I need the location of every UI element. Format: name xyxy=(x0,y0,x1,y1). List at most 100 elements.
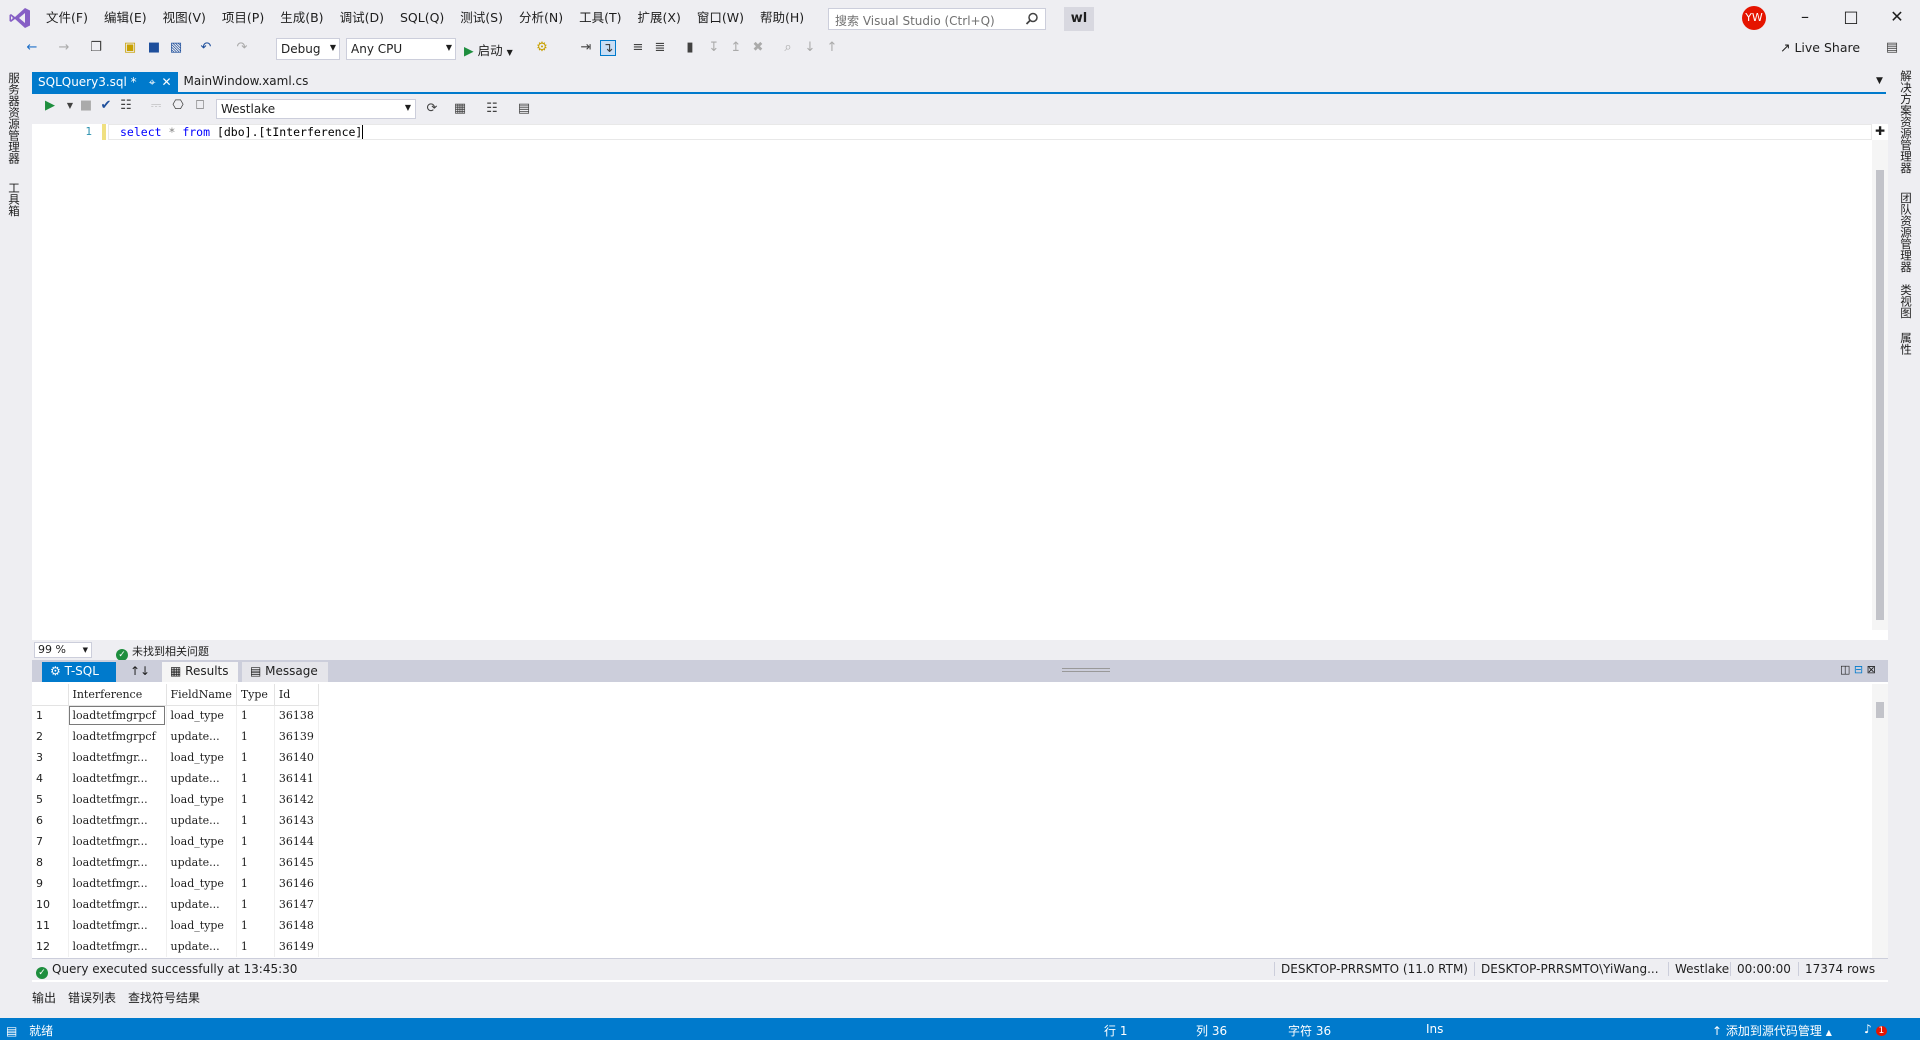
maximize-button[interactable]: □ xyxy=(1828,0,1874,34)
grid-vertical-scrollbar[interactable] xyxy=(1872,684,1888,958)
menu-tools[interactable]: 工具(T) xyxy=(571,0,629,36)
quick-launch-search[interactable]: 搜索 Visual Studio (Ctrl+Q) xyxy=(828,8,1046,30)
split-icon[interactable]: ✚ xyxy=(1872,124,1888,138)
menu-analyze[interactable]: 分析(N) xyxy=(511,0,571,36)
table-row[interactable]: 8 loadtetfmgr... update... 1 36145 xyxy=(32,852,319,873)
redo-icon[interactable]: ↷ xyxy=(234,40,250,56)
table-row[interactable]: 12 loadtetfmgr... update... 1 36149 xyxy=(32,936,319,957)
solution-badge[interactable]: wl xyxy=(1064,7,1094,31)
vertical-split-icon[interactable]: ◫ xyxy=(1840,663,1850,676)
add-to-source-control[interactable]: ↑ 添加到源代码管理 ▲ xyxy=(1712,1022,1832,1039)
tab-find-symbol-results[interactable]: 查找符号结果 xyxy=(128,987,200,1008)
col-header-id[interactable]: Id xyxy=(274,684,319,706)
validate-icon[interactable]: ✔ xyxy=(98,98,114,114)
menu-window[interactable]: 窗口(W) xyxy=(689,0,752,36)
cell-type[interactable]: 1 xyxy=(236,810,275,831)
solution-config-select[interactable]: Debug ▼ xyxy=(276,38,340,60)
cell-type[interactable]: 1 xyxy=(236,873,275,894)
step-over-icon[interactable]: ↴ xyxy=(600,40,616,56)
chevron-down-icon[interactable]: ▼ xyxy=(62,98,78,114)
cell-type[interactable]: 1 xyxy=(236,705,275,726)
table-row[interactable]: 1 loadtetfmgrpcf load_type 1 36138 xyxy=(32,705,319,726)
menu-file[interactable]: 文件(F) xyxy=(38,0,96,36)
cell-type[interactable]: 1 xyxy=(236,915,275,936)
menu-extensions[interactable]: 扩展(X) xyxy=(630,0,689,36)
platform-select[interactable]: Any CPU ▼ xyxy=(346,38,456,60)
close-icon[interactable]: ✕ xyxy=(161,75,171,89)
tab-sqlquery3[interactable]: SQLQuery3.sql * ⌖ ✕ xyxy=(32,72,178,92)
save-icon[interactable]: ■ xyxy=(146,40,162,56)
table-row[interactable]: 6 loadtetfmgr... update... 1 36143 xyxy=(32,810,319,831)
cell-interference[interactable]: loadtetfmgr... xyxy=(68,852,167,873)
clear-bookmarks-icon[interactable]: ✖ xyxy=(750,40,766,56)
cell-interference[interactable]: loadtetfmgr... xyxy=(68,873,167,894)
tab-tsql[interactable]: ⚙ T-SQL xyxy=(42,662,116,682)
notifications-button[interactable]: ♪ 1 xyxy=(1864,1022,1888,1036)
cell-id[interactable]: 36141 xyxy=(274,768,319,789)
table-row[interactable]: 5 loadtetfmgr... load_type 1 36142 xyxy=(32,789,319,810)
live-share-button[interactable]: ↗ Live Share xyxy=(1780,40,1860,55)
results-to-grid-icon[interactable]: ▦ xyxy=(452,101,468,117)
cell-fieldname[interactable]: update... xyxy=(166,810,237,831)
col-header-interference[interactable]: Interference xyxy=(68,684,167,706)
horizontal-split-icon[interactable]: ⊟ xyxy=(1854,663,1863,676)
col-header-fieldname[interactable]: FieldName xyxy=(166,684,237,706)
team-explorer-tab[interactable]: 团队资源管理器 xyxy=(1898,192,1914,273)
new-project-icon[interactable]: ❐ xyxy=(88,40,104,56)
tab-overflow-icon[interactable]: ▼ xyxy=(1876,76,1883,86)
arrow-up-icon[interactable]: ↑ xyxy=(824,40,840,56)
save-all-icon[interactable]: ▧ xyxy=(168,40,184,56)
indent-icon[interactable]: ≡ xyxy=(630,40,646,56)
cell-id[interactable]: 36140 xyxy=(274,747,319,768)
menu-view[interactable]: 视图(V) xyxy=(155,0,214,36)
solution-explorer-tab[interactable]: 解决方案资源管理器 xyxy=(1898,70,1914,174)
stop-icon[interactable]: ■ xyxy=(78,98,94,114)
step-into-icon[interactable]: ⇥ xyxy=(578,40,594,56)
cell-id[interactable]: 36145 xyxy=(274,852,319,873)
open-folder-icon[interactable]: ▣ xyxy=(122,40,138,56)
database-select[interactable]: Westlake ▼ xyxy=(216,99,416,119)
server-explorer-tab[interactable]: 服务器资源管理器 xyxy=(6,72,22,164)
tab-mainwindow[interactable]: MainWindow.xaml.cs xyxy=(178,72,315,92)
cell-id[interactable]: 36148 xyxy=(274,915,319,936)
tab-sort[interactable]: ↑↓ xyxy=(122,662,152,682)
close-window-button[interactable]: ✕ xyxy=(1874,0,1920,34)
find-icon[interactable]: ⌕ xyxy=(780,40,796,56)
menu-test[interactable]: 测试(S) xyxy=(452,0,511,36)
table-row[interactable]: 9 loadtetfmgr... load_type 1 36146 xyxy=(32,873,319,894)
results-pane-icon[interactable]: ▤ xyxy=(516,101,532,117)
cell-interference[interactable]: loadtetfmgr... xyxy=(68,747,167,768)
next-bookmark-icon[interactable]: ↥ xyxy=(728,40,744,56)
cell-id[interactable]: 36146 xyxy=(274,873,319,894)
account-avatar[interactable]: YW xyxy=(1742,6,1766,30)
cell-interference[interactable]: loadtetfmgr... xyxy=(68,936,167,957)
cell-fieldname[interactable]: load_type xyxy=(166,873,237,894)
feedback-icon[interactable]: ▤ xyxy=(1884,40,1900,56)
cell-interference[interactable]: loadtetfmgrpcf xyxy=(68,726,167,747)
cell-id[interactable]: 36147 xyxy=(274,894,319,915)
cell-type[interactable]: 1 xyxy=(236,789,275,810)
menu-help[interactable]: 帮助(H) xyxy=(752,0,812,36)
collapse-pane-icon[interactable]: ⊠ xyxy=(1867,663,1876,676)
cell-id[interactable]: 36142 xyxy=(274,789,319,810)
table-row[interactable]: 7 loadtetfmgr... load_type 1 36144 xyxy=(32,831,319,852)
menu-sql[interactable]: SQL(Q) xyxy=(392,0,452,36)
cell-fieldname[interactable]: load_type xyxy=(166,747,237,768)
cell-fieldname[interactable]: load_type xyxy=(166,705,237,726)
change-connection-icon[interactable]: ⎕ xyxy=(192,98,208,114)
cell-interference[interactable]: loadtetfmgr... xyxy=(68,894,167,915)
menu-build[interactable]: 生成(B) xyxy=(272,0,331,36)
issues-indicator[interactable]: ✓ 未找到相关问题 xyxy=(116,643,209,661)
table-row[interactable]: 2 loadtetfmgrpcf update... 1 36139 xyxy=(32,726,319,747)
minimize-button[interactable]: – xyxy=(1782,0,1828,34)
class-view-tab[interactable]: 类视图 xyxy=(1898,284,1914,319)
toolbox-tab[interactable]: 工具箱 xyxy=(6,182,22,217)
cell-interference[interactable]: loadtetfmgr... xyxy=(68,768,167,789)
forward-icon[interactable]: → xyxy=(56,40,72,56)
cell-type[interactable]: 1 xyxy=(236,768,275,789)
cell-fieldname[interactable]: update... xyxy=(166,726,237,747)
tab-results[interactable]: ▦ Results xyxy=(162,662,238,682)
attach-icon[interactable]: ⚙ xyxy=(534,40,550,56)
back-icon[interactable]: ← xyxy=(24,40,40,56)
pin-icon[interactable]: ⌖ xyxy=(149,75,156,90)
